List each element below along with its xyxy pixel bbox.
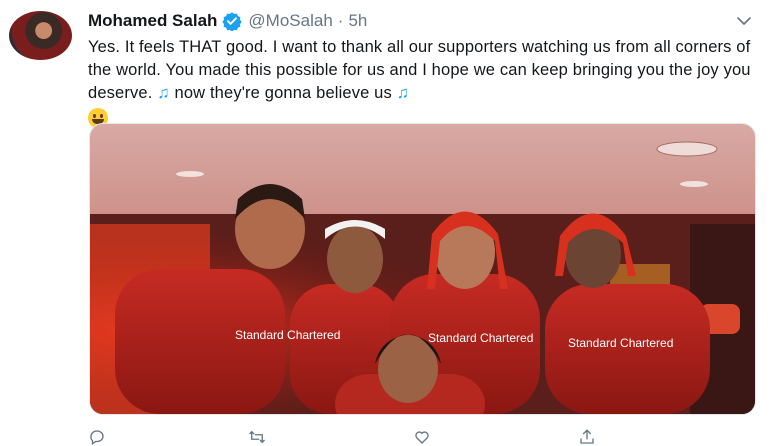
jersey-sponsor-text-3: Standard Chartered (568, 336, 673, 350)
separator-dot: · (337, 11, 344, 30)
tweet-header: Mohamed Salah @MoSalah · 5h (88, 10, 367, 32)
jersey-sponsor-text-2: Standard Chartered (428, 331, 533, 345)
musical-notes-emoji: ♫ (157, 84, 170, 102)
author-name[interactable]: Mohamed Salah (88, 11, 217, 31)
share-icon (580, 429, 594, 444)
tweet-text-mid: now they're gonna believe us (169, 84, 397, 102)
tweet-card[interactable]: Mohamed Salah @MoSalah · 5h Yes. It feel… (0, 0, 781, 446)
tweet-photo[interactable]: Standard Chartered Standard Chartered St… (89, 123, 756, 415)
tweet-actions (88, 428, 688, 446)
musical-notes-emoji: ♫ (396, 84, 410, 102)
like-button[interactable] (413, 428, 431, 446)
share-button[interactable] (578, 428, 596, 446)
avatar[interactable] (9, 11, 72, 60)
retweet-icon (249, 430, 265, 444)
jersey-sponsor-text-1: Standard Chartered (235, 328, 340, 342)
tweet-text: Yes. It feels THAT good. I want to thank… (88, 36, 758, 128)
team-celebration-photo: Standard Chartered Standard Chartered St… (90, 124, 755, 414)
reply-icon (90, 430, 104, 446)
author-handle[interactable]: @MoSalah (248, 11, 332, 31)
verified-badge-icon (222, 12, 243, 31)
reply-button[interactable] (88, 428, 106, 446)
tweet-timestamp[interactable]: 5h (348, 11, 367, 31)
retweet-button[interactable] (248, 428, 266, 446)
chevron-down-icon[interactable] (735, 12, 753, 30)
heart-icon (415, 431, 429, 444)
